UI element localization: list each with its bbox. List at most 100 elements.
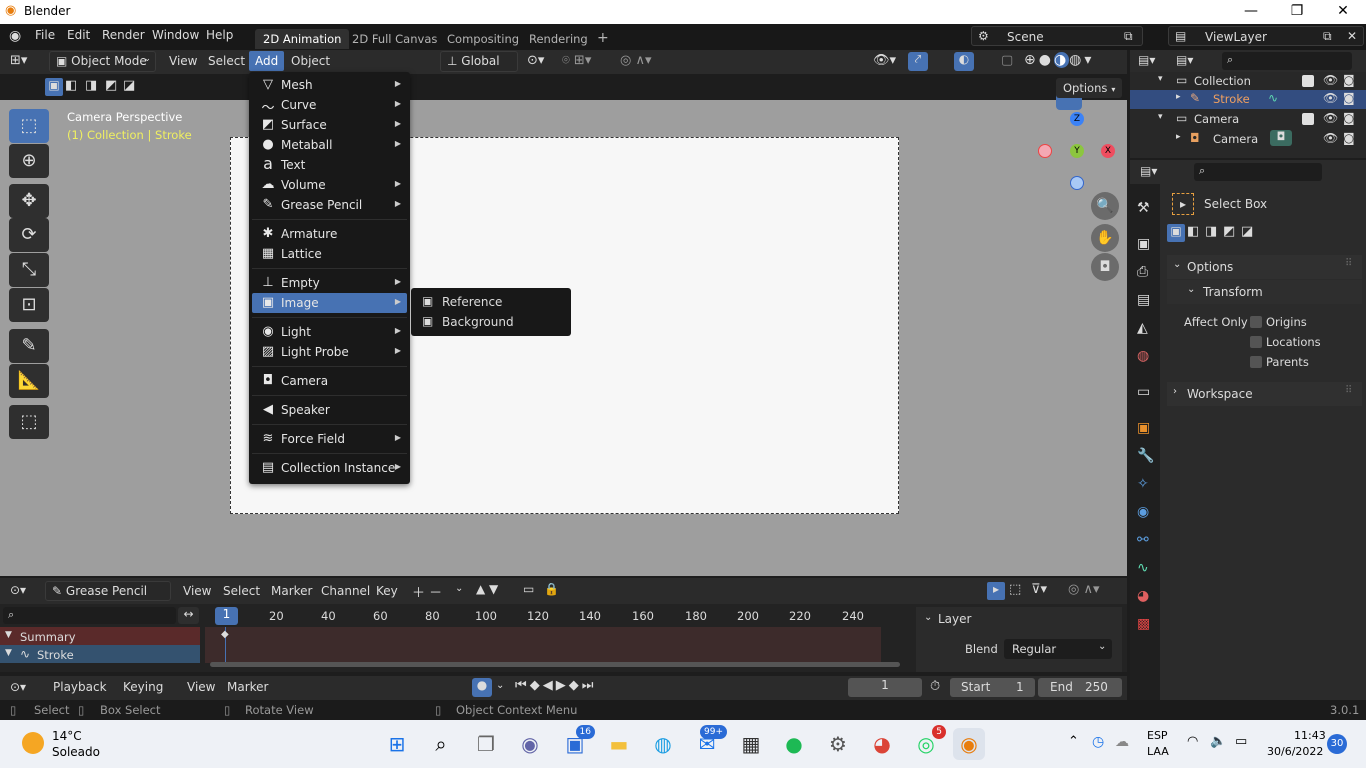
add-armature-item[interactable]: ✱ Armature bbox=[252, 224, 407, 244]
exclude-checkbox[interactable] bbox=[1302, 75, 1314, 87]
navigation-gizmo[interactable]: Z Y X bbox=[1036, 110, 1120, 194]
outliner-search-input[interactable]: ⌕ bbox=[1222, 52, 1352, 70]
calendar-app-icon[interactable]: ▦ bbox=[735, 728, 767, 760]
cloud-icon[interactable]: ☁ bbox=[1115, 734, 1129, 750]
physics-tab-icon[interactable]: ◉ bbox=[1137, 504, 1149, 520]
whatsapp-icon[interactable]: ◎ 5 bbox=[910, 725, 946, 760]
camera-view-icon[interactable]: ◘ bbox=[1091, 253, 1119, 281]
exclude-checkbox[interactable] bbox=[1302, 113, 1314, 125]
menu-add[interactable]: Add bbox=[249, 51, 285, 71]
transform-subpanel-header[interactable]: ⌄ Transform bbox=[1167, 280, 1362, 304]
object-tab-icon[interactable]: ▣ bbox=[1137, 420, 1150, 436]
add-image-background-item[interactable]: ▣ Background bbox=[415, 312, 565, 332]
keyboard-layout[interactable]: LAA bbox=[1147, 745, 1169, 758]
select-intersect-icon[interactable]: ◪ bbox=[1241, 224, 1253, 239]
add-cube-tool[interactable]: ⬚ bbox=[9, 405, 49, 439]
outliner-row-camera[interactable]: ▾ ▭ Camera 👁 ◙ bbox=[1130, 110, 1366, 128]
add-grease-pencil-item[interactable]: ✎ Grease Pencil ▶ bbox=[252, 195, 407, 215]
eye-icon[interactable]: 👁 bbox=[1323, 131, 1338, 145]
proportional-edit-icon[interactable]: ◎ ∧▾ bbox=[620, 53, 652, 68]
dope-sheet-mode-dropdown[interactable]: ✎ Grease Pencil bbox=[45, 581, 171, 601]
material-tab-icon[interactable]: ◕ bbox=[1137, 588, 1149, 604]
volume-icon[interactable]: 🔈 bbox=[1210, 734, 1226, 749]
scene-tab-icon[interactable]: ◭ bbox=[1137, 320, 1148, 336]
frame-ruler[interactable]: 1 20 40 60 80 100 120 140 160 180 200 22… bbox=[205, 607, 885, 625]
expand-icon[interactable]: ▸ bbox=[1176, 92, 1181, 102]
auto-keying-icon[interactable]: ● bbox=[472, 678, 492, 697]
select-new-icon[interactable]: ▣ bbox=[45, 78, 63, 96]
lock-icon[interactable]: 🔒 bbox=[544, 582, 559, 596]
pivot-icon[interactable]: ⊙▾ bbox=[527, 53, 544, 68]
minimize-button[interactable]: — bbox=[1228, 0, 1274, 24]
eye-icon[interactable]: 👁 bbox=[1323, 73, 1338, 87]
keyframe-diamond-icon[interactable]: ◆ bbox=[221, 629, 229, 640]
close-button[interactable]: ✕ bbox=[1320, 0, 1366, 24]
clock-sync-icon[interactable]: ◷ bbox=[1092, 734, 1104, 750]
properties-editor-icon[interactable]: ▤▾ bbox=[1140, 164, 1157, 178]
3d-viewport[interactable]: Camera Perspective (1) Collection | Stro… bbox=[0, 88, 1127, 576]
settings-gear-icon[interactable]: ⚙ bbox=[822, 728, 854, 760]
eye-icon[interactable]: 👁 bbox=[1323, 91, 1338, 105]
cursor-select-icon[interactable]: ▸ bbox=[987, 582, 1005, 600]
menu-key[interactable]: Key bbox=[372, 584, 402, 598]
weather-sun-icon[interactable] bbox=[22, 732, 44, 754]
move-tool[interactable]: ✥ bbox=[9, 184, 49, 218]
box-select-icon[interactable]: ⬚ bbox=[1009, 582, 1021, 597]
input-language[interactable]: ESP bbox=[1147, 729, 1168, 742]
move-layer-up-icon[interactable]: ▲ ▼ bbox=[476, 582, 498, 596]
add-lattice-item[interactable]: ▦ Lattice bbox=[252, 244, 407, 264]
search-icon[interactable]: ⌕ bbox=[425, 728, 457, 760]
render-camera-icon[interactable]: ◙ bbox=[1343, 91, 1355, 105]
wifi-icon[interactable]: ◠ bbox=[1187, 734, 1198, 749]
menu-view[interactable]: View bbox=[179, 584, 215, 598]
measure-tool[interactable]: 📐 bbox=[9, 364, 49, 398]
display-mode-icon[interactable]: ▤▾ bbox=[1176, 53, 1193, 67]
clock-time[interactable]: 11:43 bbox=[1294, 729, 1326, 742]
scale-tool[interactable]: ⤡ bbox=[9, 253, 49, 287]
shading-modes-icon[interactable]: ⊕●◑◍▾ bbox=[1024, 52, 1094, 68]
add-camera-item[interactable]: ◘ Camera bbox=[252, 371, 407, 391]
timeline-editor-icon[interactable]: ⊙▾ bbox=[10, 680, 26, 694]
rotate-tool[interactable]: ⟳ bbox=[9, 218, 49, 252]
tab-2d-animation[interactable]: 2D Animation bbox=[255, 29, 350, 49]
maximize-button[interactable]: ❐ bbox=[1274, 0, 1320, 24]
constraints-tab-icon[interactable]: ⚯ bbox=[1137, 532, 1149, 548]
options-dropdown[interactable]: Options ▾ bbox=[1056, 78, 1122, 98]
view-layer-selector[interactable]: ▤ ViewLayer ⧉ ✕ bbox=[1168, 26, 1364, 46]
add-image-reference-item[interactable]: ▣ Reference bbox=[415, 292, 565, 312]
task-view-icon[interactable]: ❐ bbox=[470, 728, 502, 760]
visibility-icon[interactable]: 👁▾ bbox=[873, 53, 896, 68]
menu-marker[interactable]: Marker bbox=[267, 584, 316, 598]
tab-compositing[interactable]: Compositing bbox=[439, 29, 527, 49]
transform-tool[interactable]: ⊡ bbox=[9, 288, 49, 322]
render-camera-icon[interactable]: ◙ bbox=[1343, 111, 1355, 125]
menu-edit[interactable]: Edit bbox=[63, 28, 94, 42]
menu-file[interactable]: File bbox=[31, 28, 59, 42]
effects-tab-icon[interactable]: ✧ bbox=[1137, 476, 1149, 492]
annotate-tool[interactable]: ✎ bbox=[9, 329, 49, 363]
render-camera-icon[interactable]: ◙ bbox=[1343, 131, 1355, 145]
expand-icon[interactable]: ▼ bbox=[5, 630, 12, 640]
add-text-item[interactable]: a Text bbox=[252, 154, 407, 175]
menu-marker[interactable]: Marker bbox=[223, 680, 272, 694]
notification-count-badge[interactable]: 30 bbox=[1327, 734, 1347, 754]
remove-view-layer-icon[interactable]: ✕ bbox=[1347, 29, 1357, 43]
gizmo-y-axis[interactable]: Y bbox=[1070, 144, 1084, 158]
add-curve-item[interactable]: 〜 Curve ▶ bbox=[252, 95, 407, 116]
channel-stroke[interactable]: ▼ ∿ Stroke bbox=[0, 645, 200, 663]
add-light-item[interactable]: ◉ Light ▶ bbox=[252, 322, 407, 342]
output-tab-icon[interactable]: ⎙ bbox=[1137, 264, 1148, 280]
render-tab-icon[interactable]: ▣ bbox=[1137, 236, 1150, 252]
horizontal-scrollbar[interactable] bbox=[210, 662, 900, 667]
clock-date[interactable]: 30/6/2022 bbox=[1267, 745, 1323, 758]
options-panel-header[interactable]: ⌄ Options ⠿ bbox=[1167, 255, 1362, 279]
expand-icon[interactable]: ▾ bbox=[1158, 74, 1163, 84]
menu-channel[interactable]: Channel bbox=[317, 584, 374, 598]
select-intersect-icon[interactable]: ◪ bbox=[123, 78, 135, 93]
gizmo-neg-z-axis[interactable] bbox=[1070, 176, 1084, 190]
channel-search-input[interactable]: ⌕ bbox=[3, 607, 176, 624]
blend-mode-dropdown[interactable]: Regular ⌄ bbox=[1004, 639, 1112, 659]
only-selected-icon[interactable]: ▭ bbox=[523, 582, 534, 596]
select-subtract-icon[interactable]: ◨ bbox=[1205, 224, 1217, 239]
chevron-up-icon[interactable]: ⌃ bbox=[1068, 734, 1079, 749]
